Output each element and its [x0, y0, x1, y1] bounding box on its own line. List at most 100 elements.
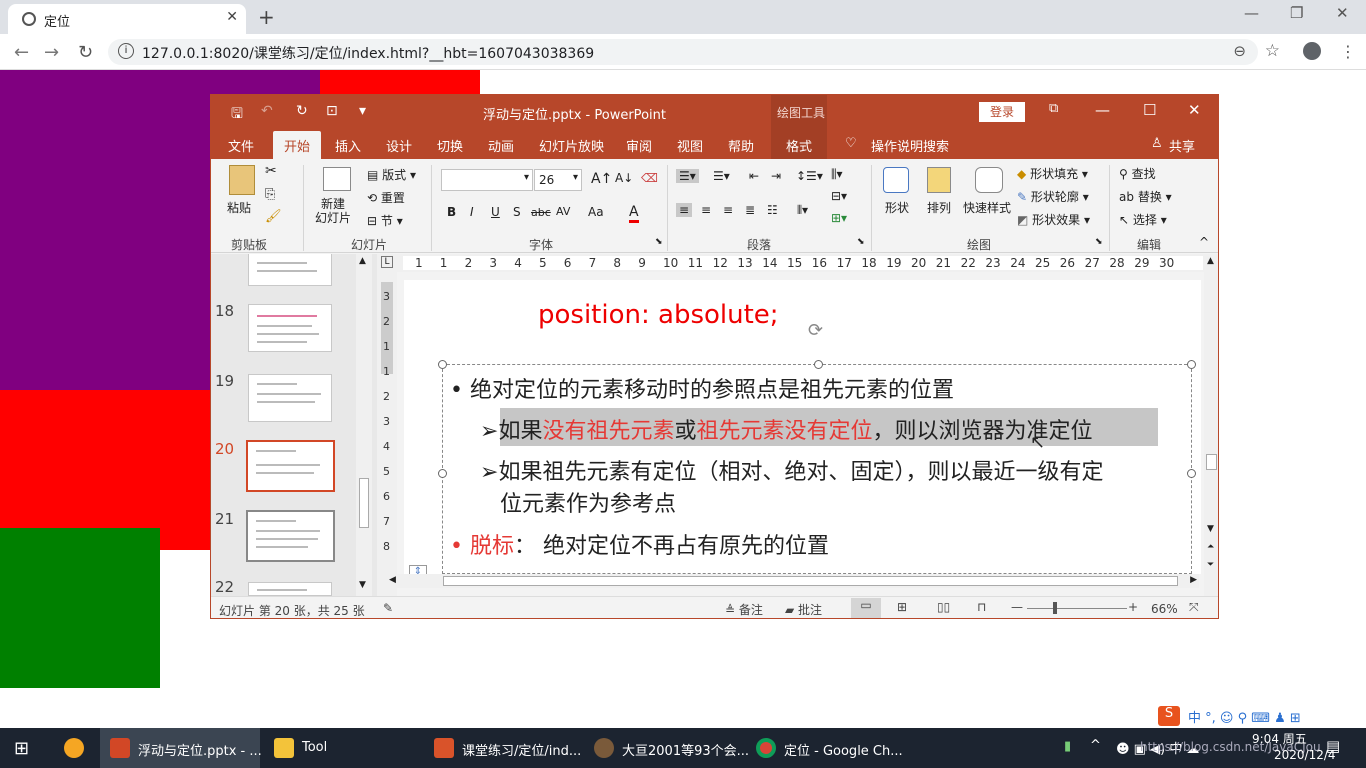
tab-animations[interactable]: 动画 [488, 136, 514, 155]
replace-button[interactable]: ab 替换 ▾ [1119, 188, 1172, 205]
grow-font-icon[interactable]: A↑ [591, 171, 612, 187]
back-icon[interactable]: ← [14, 42, 29, 63]
distributed-icon[interactable]: ☷ [767, 203, 778, 217]
shapes-icon[interactable] [883, 167, 909, 193]
comments-button[interactable]: ▰ 批注 [785, 601, 822, 618]
slide-thumbnail[interactable] [248, 582, 332, 596]
char-spacing-button[interactable]: AV [556, 205, 570, 218]
info-icon[interactable]: i [118, 43, 134, 59]
tab-design[interactable]: 设计 [386, 136, 412, 155]
normal-view-icon[interactable]: ▭ [851, 598, 881, 618]
tab-selector-icon[interactable]: L [381, 256, 393, 268]
slideshow-icon[interactable]: ⊓ [977, 600, 986, 614]
resize-handle[interactable] [438, 469, 447, 478]
customize-icon[interactable]: ▾ [359, 103, 366, 119]
restore-icon[interactable]: ❐ [1290, 4, 1303, 22]
shape-outline-button[interactable]: ✎ 形状轮廓 ▾ [1017, 188, 1089, 205]
taskbar-item-folder[interactable]: Tool [264, 728, 414, 768]
browser-tab[interactable]: 定位 ✕ [8, 4, 246, 34]
dialog-launcher-icon[interactable]: ⬊ [857, 237, 865, 247]
vertical-scrollbar[interactable]: ▲ ▼ ⏶ ⏷ [1204, 254, 1218, 596]
clear-format-icon[interactable]: ⌫ [641, 171, 658, 185]
bullets-icon[interactable]: ☰▾ [676, 169, 699, 183]
collapse-ribbon-icon[interactable]: ^ [1199, 235, 1209, 249]
scroll-down-icon[interactable]: ▼ [1207, 524, 1214, 534]
reload-icon[interactable]: ↻ [78, 42, 93, 63]
share-button[interactable]: 共享 [1169, 136, 1195, 155]
copy-icon[interactable]: ⎘ [265, 187, 275, 202]
scroll-left-icon[interactable]: ◀ [389, 575, 396, 585]
notification-icon[interactable]: ▤ [1326, 737, 1340, 755]
login-button[interactable]: 登录 [979, 102, 1025, 122]
font-name-box[interactable]: ▾ [441, 169, 533, 191]
tab-view[interactable]: 视图 [677, 136, 703, 155]
horizontal-scrollbar[interactable]: ◀ ▶ [387, 574, 1199, 588]
tab-home[interactable]: 开始 [273, 131, 321, 159]
zoom-slider[interactable] [1027, 608, 1127, 609]
change-case-button[interactable]: Aa [588, 205, 604, 219]
scroll-down-icon[interactable]: ▼ [359, 580, 366, 590]
smartart-icon[interactable]: ⊞▾ [831, 211, 847, 225]
layout-button[interactable]: ▤ 版式 ▾ [367, 166, 416, 183]
tab-review[interactable]: 审阅 [626, 136, 652, 155]
next-slide-icon[interactable]: ⏷ [1207, 560, 1214, 570]
tab-transitions[interactable]: 切换 [437, 136, 463, 155]
shape-fill-button[interactable]: ◆ 形状填充 ▾ [1017, 165, 1088, 182]
arrange-button[interactable]: 排列 [927, 199, 951, 216]
rotate-handle-icon[interactable]: ⟳ [808, 320, 823, 341]
ribbon-display-icon[interactable]: ⧉ [1049, 101, 1058, 116]
line-spacing-icon[interactable]: ↕☰▾ [796, 169, 823, 183]
clock-time[interactable]: 9:04 周五 [1252, 730, 1307, 747]
resize-handle[interactable] [438, 360, 447, 369]
section-button[interactable]: ⊟ 节 ▾ [367, 212, 403, 229]
undo-icon[interactable]: ↶ [261, 103, 273, 119]
increase-indent-icon[interactable]: ⇥ [771, 169, 781, 183]
reading-view-icon[interactable]: ▯▯ [937, 600, 950, 614]
find-button[interactable]: ⚲ 查找 [1119, 165, 1156, 182]
align-text-icon[interactable]: ⊟▾ [831, 189, 847, 203]
shrink-font-icon[interactable]: A↓ [615, 171, 633, 185]
minimize-icon[interactable]: — [1244, 4, 1259, 22]
slide-sorter-icon[interactable]: ⊞ [897, 600, 907, 614]
columns-icon[interactable]: ⫴▾ [797, 203, 808, 218]
justify-icon[interactable]: ≣ [745, 203, 755, 217]
paste-icon[interactable] [229, 165, 255, 195]
arrange-icon[interactable] [927, 167, 951, 193]
resize-handle[interactable] [814, 360, 823, 369]
quick-styles-icon[interactable] [975, 167, 1003, 193]
strikethrough-button[interactable]: abc [531, 206, 551, 219]
zoom-in-icon[interactable]: + [1128, 600, 1138, 614]
reset-button[interactable]: ⟲ 重置 [367, 189, 405, 206]
close-tab-icon[interactable]: ✕ [226, 9, 238, 25]
forward-icon[interactable]: → [44, 42, 59, 63]
slide-canvas[interactable]: position: absolute; ⟳ • 绝对定位的元素移动时的参照点是祖… [404, 280, 1201, 574]
align-left-icon[interactable]: ≡ [676, 203, 693, 217]
sogou-icon[interactable]: S [1158, 706, 1180, 726]
underline-button[interactable]: U [491, 205, 500, 219]
slide-heading[interactable]: position: absolute; [538, 300, 779, 330]
dialog-launcher-icon[interactable]: ⬊ [1095, 237, 1103, 247]
align-right-icon[interactable]: ≡ [723, 203, 733, 217]
font-size-box[interactable]: 26 ▾ [534, 169, 582, 191]
present-icon[interactable]: ⊡ [326, 103, 338, 119]
fit-slide-icon[interactable]: ⤧ [1189, 600, 1199, 615]
align-center-icon[interactable]: ≡ [701, 203, 711, 217]
shadow-button[interactable]: S [513, 205, 521, 219]
resize-handle[interactable] [1187, 469, 1196, 478]
shapes-button[interactable]: 形状 [885, 199, 909, 216]
decrease-indent-icon[interactable]: ⇤ [749, 169, 759, 183]
taskbar-item-chat[interactable]: 大亘2001等93个会... [584, 728, 749, 768]
zoom-thumb[interactable] [1053, 602, 1057, 614]
scroll-thumb[interactable] [1206, 454, 1217, 470]
select-button[interactable]: ↖ 选择 ▾ [1119, 211, 1167, 228]
ime-tools-icons[interactable]: 中 °, ☺ ⚲ ⌨ ♟ ⊞ [1188, 707, 1301, 726]
cut-icon[interactable]: ✂ [265, 163, 277, 179]
tell-me-search[interactable]: 操作说明搜索 [871, 136, 949, 155]
tray-arrow-icon[interactable]: ^ [1090, 738, 1101, 753]
scroll-thumb[interactable] [359, 478, 369, 528]
slide-thumbnail[interactable] [248, 374, 332, 422]
scroll-thumb[interactable] [443, 576, 1178, 586]
new-tab-icon[interactable]: + [258, 5, 275, 29]
slide-thumbnail-selected[interactable] [246, 440, 335, 492]
account-avatar-icon[interactable] [1303, 42, 1321, 60]
